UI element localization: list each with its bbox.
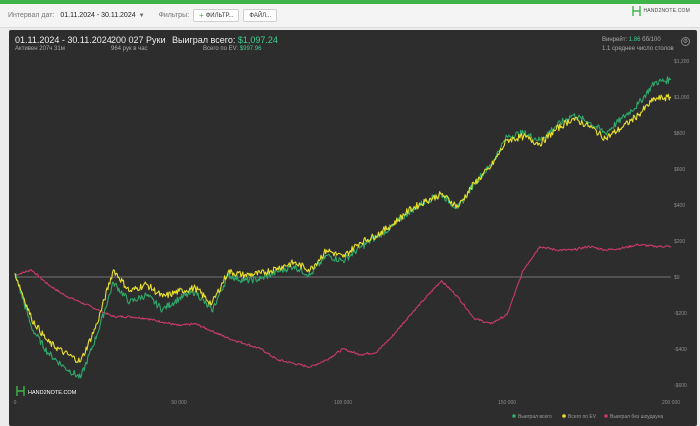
y-tick-label: $600 [674,167,685,173]
y-tick-label: $800 [674,131,685,137]
graph-panel: 01.11.2024 - 30.11.2024 Активен 207ч 31м… [9,30,697,426]
y-tick-label: $200 [674,239,685,245]
y-tick-label: -$400 [674,347,687,353]
plus-icon: + [199,10,204,20]
filters-label: Фильтры: [158,12,190,19]
date-interval-value: 01.11.2024 - 30.11.2024 [60,12,136,19]
hand2note-logo-icon [631,6,641,16]
legend-label: Выиграл всего [518,414,552,420]
y-tick-label: -$200 [674,311,687,317]
x-tick-label: 150 000 [498,400,516,406]
date-interval-select[interactable]: 01.11.2024 - 30.11.2024 ▼ [60,12,144,19]
x-tick-label: 100 000 [334,400,352,406]
watermark-logo-icon [16,386,25,396]
legend-label: Всего по EV [568,414,597,420]
brand-logo: HAND2NOTE.COM [631,6,691,16]
series-line [14,76,671,379]
chevron-down-icon: ▼ [138,12,145,19]
legend-label: Выиграл без шоудауна [610,414,664,420]
brand-text: HAND2NOTE.COM [643,8,690,14]
file-button[interactable]: ФАЙЛ... [243,9,278,22]
add-filter-button[interactable]: + ФИЛЬТР... [193,9,240,22]
file-button-label: ФАЙЛ... [249,12,272,19]
series-line [14,93,672,364]
legend-marker [562,414,566,418]
legend-marker [512,414,516,418]
y-tick-label: $1,000 [674,95,690,101]
date-interval-label: Интервал дат: [8,12,55,19]
watermark-text: HAND2NOTE.COM [28,390,77,396]
x-tick-label: 50 000 [171,400,187,406]
legend-marker [604,414,608,418]
y-tick-label: $1,200 [674,59,690,65]
filter-button-label: ФИЛЬТР... [205,12,234,19]
x-tick-label: 0 [14,400,17,406]
y-tick-label: $400 [674,203,685,209]
y-tick-label: -$600 [674,383,687,389]
y-tick-label: $0 [674,275,680,281]
series-line [14,243,672,369]
results-chart: $1,200 $1,000 $800 $600 $400 $200 $0 -$200 -$400… [14,59,690,420]
toolbar: Интервал дат: 01.11.2024 - 30.11.2024 ▼ … [0,4,700,28]
chart-watermark: HAND2NOTE.COM [16,386,77,396]
x-tick-label: 200 000 [662,400,680,406]
